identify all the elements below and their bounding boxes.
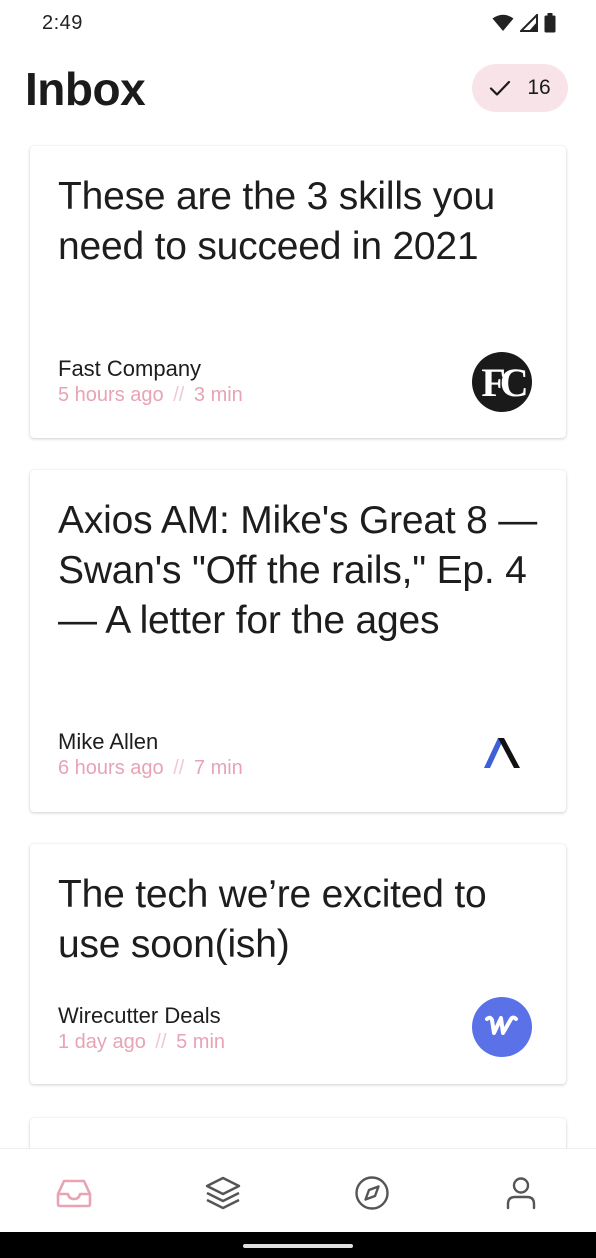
status-icons [492, 13, 556, 33]
article-source: Wirecutter Deals [58, 1003, 221, 1028]
nav-discover[interactable] [352, 1173, 392, 1213]
nav-profile[interactable] [501, 1173, 541, 1213]
profile-icon [506, 1177, 536, 1210]
article-source: Mike Allen [58, 729, 159, 754]
nav-library[interactable] [203, 1173, 243, 1213]
article-time-ago: 6 hours ago [58, 757, 164, 779]
article-title: Axios AM: Mike's Great 8 — Swan's "Off t… [58, 499, 538, 642]
meta-separator: // [173, 384, 185, 406]
article-meta: 5 hours ago // 3 min [58, 384, 243, 407]
battery-icon [544, 13, 556, 33]
screen: 2:49 Inbox 16 These are the 3 skills you… [0, 0, 596, 1258]
article-card[interactable]: The tech we’re excited to use soon(ish) … [30, 844, 566, 1084]
article-read-time: 3 min [193, 384, 243, 406]
article-meta: 1 day ago // 5 min [58, 1031, 225, 1054]
compass-icon [355, 1176, 389, 1210]
meta-separator: // [155, 1031, 167, 1053]
meta-separator: // [173, 757, 185, 779]
cellular-signal-icon [520, 14, 538, 32]
status-bar: 2:49 [0, 0, 596, 48]
axios-logo-icon [484, 738, 520, 768]
article-meta: 6 hours ago // 7 min [58, 757, 243, 780]
article-time-ago: 1 day ago [58, 1031, 146, 1053]
wirecutter-w-icon [485, 1015, 518, 1035]
article-card[interactable]: These are the 3 skills you need to succe… [30, 146, 566, 438]
nav-inbox[interactable] [54, 1173, 94, 1213]
done-count: 16 [527, 76, 551, 99]
article-read-time: 5 min [176, 1031, 226, 1053]
fast-company-logo: FC [472, 352, 532, 412]
wirecutter-logo [472, 997, 532, 1057]
article-source: Fast Company [58, 356, 202, 381]
article-card[interactable]: Axios AM: Mike's Great 8 — Swan's "Off t… [30, 470, 566, 812]
wifi-icon [492, 14, 514, 31]
layers-icon [205, 1176, 241, 1210]
article-title: The tech we’re excited to use soon(ish) [58, 873, 487, 966]
status-time: 2:49 [42, 12, 83, 34]
axios-logo [472, 723, 532, 783]
system-gesture-bar [0, 1232, 596, 1258]
inbox-icon [56, 1179, 92, 1208]
logo-text: FC [481, 359, 528, 405]
home-gesture-handle[interactable] [243, 1244, 353, 1248]
article-time-ago: 5 hours ago [58, 384, 164, 406]
page-title: Inbox [25, 63, 146, 115]
article-title: These are the 3 skills you need to succe… [58, 175, 496, 268]
article-read-time: 7 min [193, 757, 243, 779]
bottom-navigation [0, 1148, 596, 1232]
checkmark-icon [490, 80, 511, 96]
done-count-button[interactable]: 16 [472, 64, 568, 112]
